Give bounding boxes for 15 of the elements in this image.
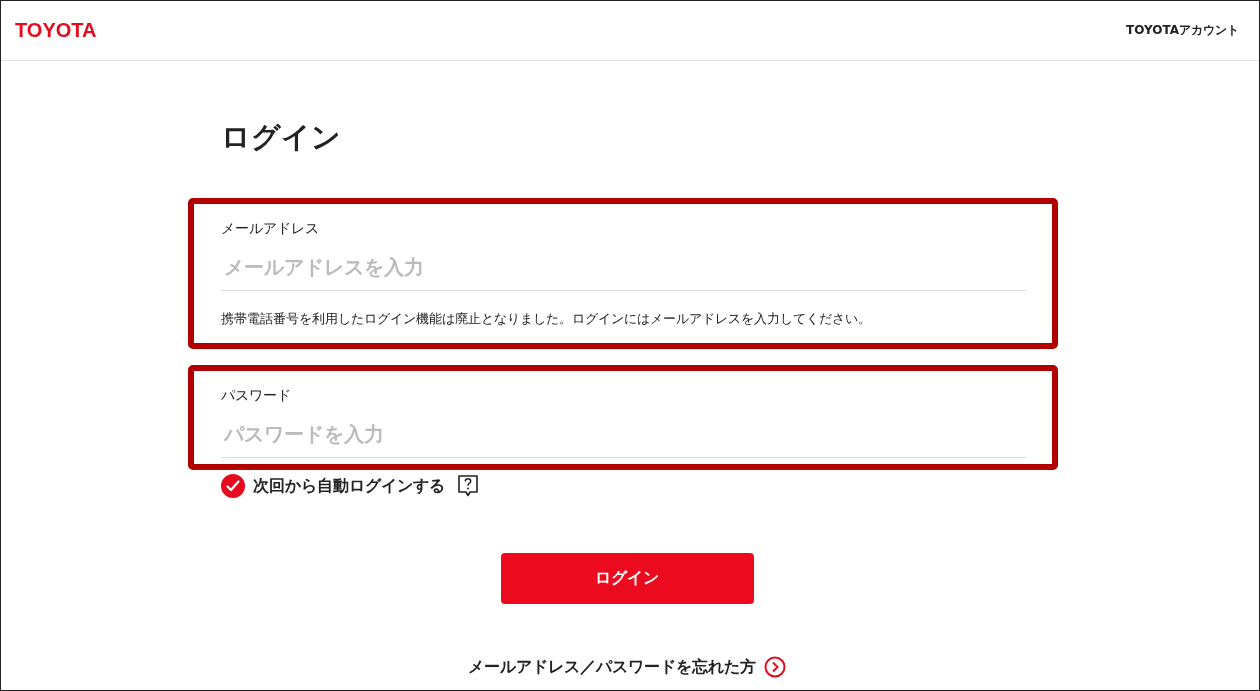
- check-icon: [226, 480, 240, 492]
- forgot-link[interactable]: メールアドレス／パスワードを忘れた方: [468, 656, 756, 678]
- field-label: メールアドレス: [221, 219, 320, 238]
- checkbox-label[interactable]: 次回から自動ログインする: [253, 475, 445, 497]
- field-label: パスワード: [221, 386, 292, 405]
- page-title: ログイン: [221, 119, 342, 156]
- brand-logo[interactable]: TOYOTA: [15, 19, 97, 42]
- input-field[interactable]: メールアドレスを入力: [221, 238, 1026, 291]
- checkbox[interactable]: [221, 474, 245, 498]
- input-field[interactable]: パスワードを入力: [221, 405, 1026, 458]
- chevron-circle-icon[interactable]: [764, 656, 786, 678]
- field-note: 携帯電話番号を利用したログイン機能は廃止となりました。ログインにはメールアドレスを入力してください。: [221, 310, 872, 328]
- account-link[interactable]: TOYOTAアカウント: [1126, 22, 1239, 39]
- help-icon[interactable]: [457, 474, 479, 498]
- login-button[interactable]: ログイン: [500, 553, 754, 604]
